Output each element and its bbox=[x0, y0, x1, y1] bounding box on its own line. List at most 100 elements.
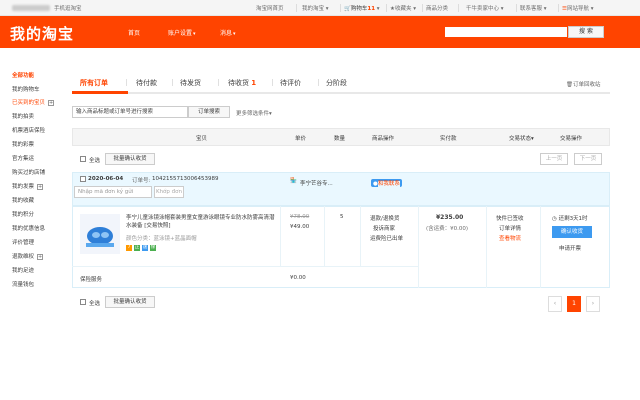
select-all-checkbox-bottom[interactable] bbox=[80, 299, 86, 305]
seller-center-link[interactable]: 千牛卖家中心 ▾ bbox=[466, 4, 504, 12]
chevron-down-icon: ▾ bbox=[193, 31, 196, 37]
home-link[interactable]: 淘宝网首页 bbox=[256, 4, 284, 12]
col-item: 宝贝 bbox=[196, 136, 208, 142]
chevron-down-icon: ▾ bbox=[413, 6, 416, 12]
sidebar-item-lottery[interactable]: 我的彩票 bbox=[12, 140, 34, 148]
contact-seller-button[interactable]: ●和我联系 bbox=[371, 179, 402, 187]
col-qty: 数量 bbox=[334, 136, 346, 142]
invoice-link[interactable]: 申请开票 bbox=[559, 244, 581, 252]
top-bar: 手机逛淘宝 淘宝网首页 我的淘宝 ▾ 🛒购物车11 ▾ ★收藏夹 ▾ 商品分类 … bbox=[0, 0, 640, 16]
tab-count-badge: 1 bbox=[251, 79, 257, 87]
order-details-link[interactable]: 订单详情 bbox=[499, 224, 521, 232]
nav-messages[interactable]: 消息▾ bbox=[220, 28, 236, 37]
sidebar-all-functions[interactable]: 全部功能 bbox=[12, 71, 34, 79]
prev-page-button[interactable]: 上一页 bbox=[540, 153, 568, 165]
confirm-receipt-button[interactable]: 确认收货 bbox=[552, 226, 592, 238]
shop-name[interactable]: 李宁芒谷专... bbox=[300, 179, 333, 187]
sidebar-item-footprints[interactable]: 我的足迹 bbox=[12, 266, 34, 274]
favorites-link[interactable]: ★收藏夹 ▾ bbox=[390, 4, 416, 12]
tab-staged[interactable]: 分阶段 bbox=[326, 78, 347, 88]
tab-pending-payment[interactable]: 待付款 bbox=[136, 78, 157, 88]
sidebar-item-auction[interactable]: 我的拍卖 bbox=[12, 112, 34, 120]
cart-icon: 🛒 bbox=[344, 6, 351, 12]
chevron-down-icon: ▾ bbox=[531, 136, 534, 142]
status-signed: 快件已签收 bbox=[496, 216, 524, 222]
chevron-down-icon: ▾ bbox=[590, 6, 594, 12]
price-original: ¥78.00 bbox=[290, 214, 310, 220]
select-all-label-bottom: 全选 bbox=[89, 301, 101, 307]
sidebar-item-points[interactable]: 我的积分 bbox=[12, 210, 34, 218]
search-button[interactable]: 搜 索 bbox=[568, 26, 604, 38]
quantity: 5 bbox=[340, 214, 344, 220]
tag-icon: 7 bbox=[126, 245, 132, 251]
order-number: 1042155713006453989 bbox=[152, 176, 219, 182]
chevron-down-icon: ▾ bbox=[269, 111, 272, 117]
col-actions: 交易操作 bbox=[560, 136, 583, 142]
tab-all-orders[interactable]: 所有订单 bbox=[80, 78, 108, 88]
sidebar-item-reviews[interactable]: 评价管理 bbox=[12, 238, 34, 246]
my-taobao-link[interactable]: 我的淘宝 ▾ bbox=[302, 4, 329, 12]
sidebar-item-bought[interactable]: 已买到的宝贝 + bbox=[12, 98, 55, 106]
total-paid: ¥235.00 bbox=[436, 214, 464, 221]
col-status[interactable]: 交易状态▾ bbox=[509, 134, 534, 142]
bulk-confirm-button[interactable]: 批量确认收货 bbox=[105, 153, 155, 165]
expand-icon[interactable]: + bbox=[37, 253, 44, 260]
product-title[interactable]: 李宁儿童泳镜泳帽套装男童女童游泳眼镜专业防水防雾高清潜水装备 [交易快照] bbox=[126, 214, 276, 230]
tab-pending-shipment[interactable]: 待发货 bbox=[180, 78, 201, 88]
sidebar-item-consolidation[interactable]: 官方集运 bbox=[12, 154, 34, 162]
order-date: 2020-06-04 bbox=[88, 176, 124, 182]
sidebar-item-shops[interactable]: 购买过的店铺 bbox=[12, 168, 45, 176]
sidebar-item-favorites[interactable]: 我的收藏 bbox=[12, 196, 34, 204]
tab-pending-review[interactable]: 待评价 bbox=[280, 78, 301, 88]
consignment-code-input[interactable]: Nhập mã đơn ký gửi bbox=[74, 186, 152, 198]
match-order-button[interactable]: Khớp đơn bbox=[154, 186, 184, 198]
freight-insurance-link[interactable]: 运费险已出单 bbox=[370, 234, 403, 242]
sidebar-item-travel[interactable]: 机票酒店保险 bbox=[12, 126, 45, 134]
mobile-link[interactable]: 手机逛淘宝 bbox=[54, 4, 82, 12]
sidebar-item-refunds[interactable]: 退款维权 + bbox=[12, 252, 44, 260]
next-page-button[interactable]: 下一页 bbox=[574, 153, 602, 165]
customer-service-link[interactable]: 联系客服 ▾ bbox=[520, 4, 547, 12]
active-tab-indicator bbox=[72, 91, 128, 94]
trash-icon: 🗑 bbox=[566, 82, 573, 88]
chevron-down-icon: ▾ bbox=[325, 6, 329, 12]
sidebar-item-cart[interactable]: 我的购物车 bbox=[12, 85, 40, 93]
more-filters-link[interactable]: 更多筛选条件▾ bbox=[236, 109, 272, 117]
tag-icon: 速 bbox=[142, 245, 148, 251]
sidebar-item-data-wallet[interactable]: 流量钱包 bbox=[12, 280, 34, 288]
order-search-button[interactable]: 订单搜索 bbox=[188, 106, 230, 118]
logo[interactable]: 我的淘宝 bbox=[10, 23, 74, 44]
remaining-time: ◷ 还剩3天1时 bbox=[552, 216, 588, 222]
select-all-checkbox[interactable] bbox=[80, 156, 86, 162]
site-nav-link[interactable]: ☰网站导航 ▾ bbox=[562, 4, 593, 12]
view-logistics-link[interactable]: 查看物流 bbox=[499, 234, 521, 242]
prev-page-icon[interactable]: ‹ bbox=[548, 296, 562, 312]
product-image[interactable] bbox=[80, 214, 120, 254]
select-all-label: 全选 bbox=[89, 158, 101, 164]
page-current[interactable]: 1 bbox=[567, 296, 581, 312]
shop-icon: 🏪 bbox=[290, 178, 297, 184]
expand-icon[interactable]: + bbox=[37, 183, 44, 190]
tag-icon: 保 bbox=[150, 245, 156, 251]
sidebar-item-invoice[interactable]: 我的发票 + bbox=[12, 182, 44, 190]
order-checkbox[interactable] bbox=[80, 176, 86, 182]
cart-link[interactable]: 🛒购物车11 ▾ bbox=[344, 4, 380, 12]
bulk-confirm-button-bottom[interactable]: 批量确认收货 bbox=[105, 296, 155, 308]
search-input[interactable] bbox=[444, 26, 568, 38]
sidebar-item-coupons[interactable]: 我的优惠信息 bbox=[12, 224, 45, 232]
recycle-bin-link[interactable]: 🗑订单回收站 bbox=[566, 80, 601, 88]
shipping-fee: (含运费：¥0.00) bbox=[426, 226, 469, 232]
category-link[interactable]: 商品分类 bbox=[426, 4, 448, 12]
refund-link[interactable]: 退款/退换货 bbox=[370, 214, 399, 222]
username-blurred[interactable] bbox=[12, 5, 50, 11]
nav-account-settings[interactable]: 账户设置▾ bbox=[168, 28, 196, 37]
col-paid: 实付款 bbox=[440, 136, 457, 142]
clock-icon: ◷ bbox=[552, 216, 557, 222]
next-page-icon[interactable]: › bbox=[586, 296, 600, 312]
complain-link[interactable]: 投诉商家 bbox=[373, 224, 395, 232]
nav-home[interactable]: 首页 bbox=[128, 28, 140, 37]
tab-pending-receipt[interactable]: 待收货 1 bbox=[228, 78, 256, 88]
expand-icon[interactable]: + bbox=[48, 99, 55, 106]
insurance-service: 保险服务 bbox=[80, 277, 103, 283]
order-search-input[interactable]: 输入商品标题或订单号进行搜索 bbox=[72, 106, 188, 118]
